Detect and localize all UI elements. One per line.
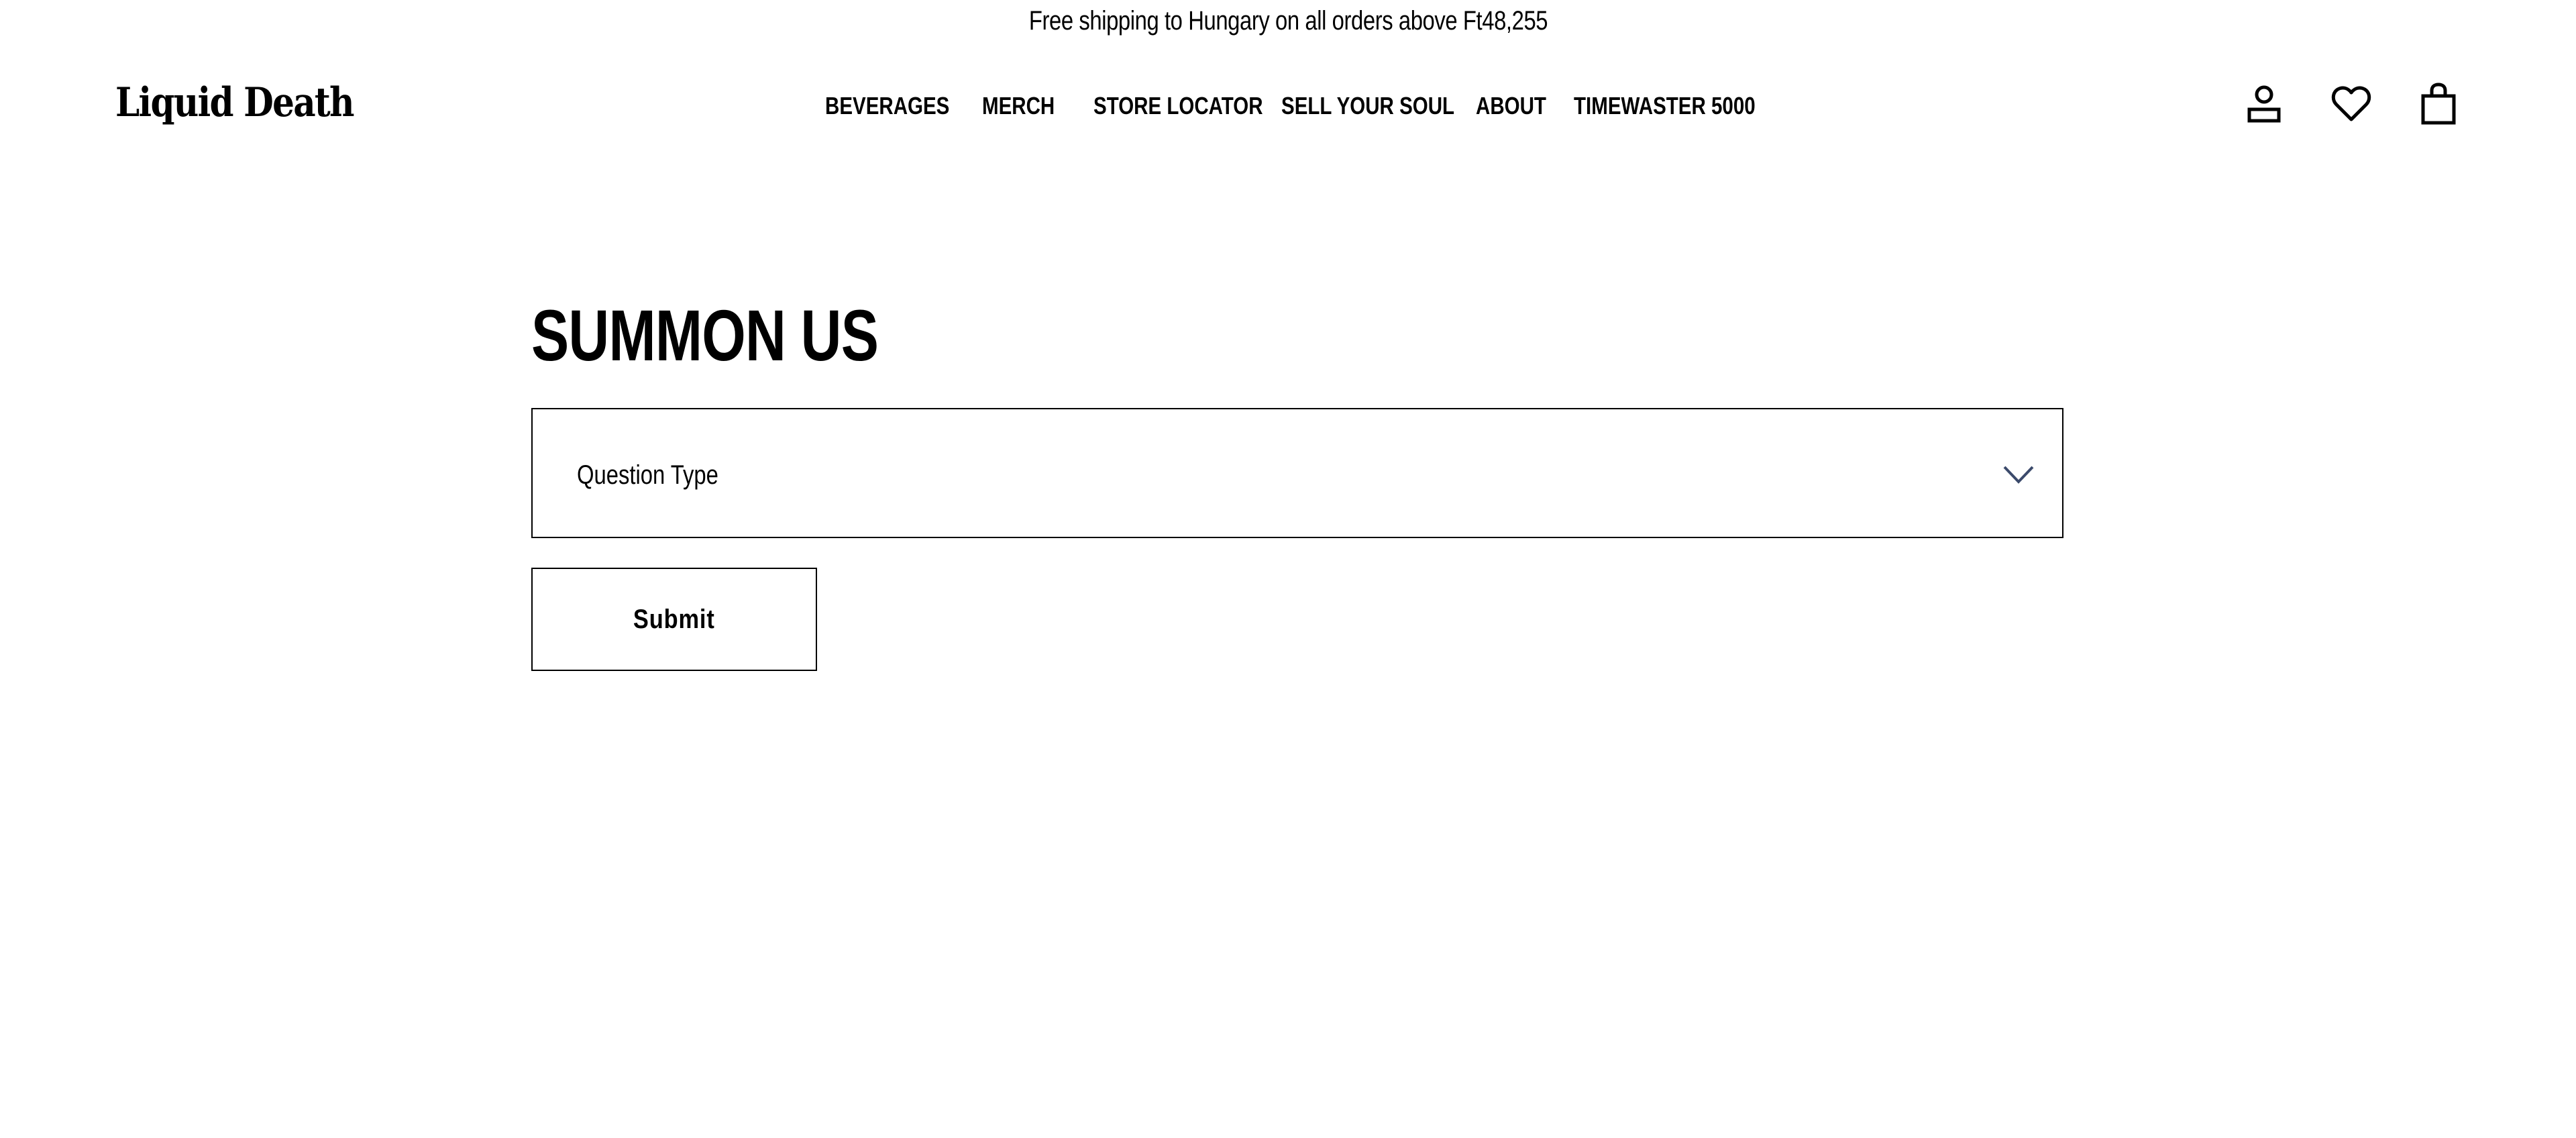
nav-item-store-locator[interactable]: STORE LOCATOR (1093, 92, 1263, 120)
announcement-text: Free shipping to Hungary on all orders a… (1028, 5, 1548, 36)
submit-button[interactable]: Submit (531, 568, 817, 671)
page: Free shipping to Hungary on all orders a… (0, 0, 2576, 1138)
nav-item-merch[interactable]: MERCH (982, 92, 1055, 120)
announcement-bar: Free shipping to Hungary on all orders a… (0, 0, 2576, 42)
nav-item-beverages[interactable]: BEVERAGES (825, 92, 949, 120)
nav-item-about[interactable]: ABOUT (1476, 92, 1546, 120)
page-title: SUMMON US (531, 295, 879, 376)
account-icon[interactable] (2241, 81, 2288, 127)
nav-item-sell-your-soul[interactable]: SELL YOUR SOUL (1281, 92, 1454, 120)
site-header: Liquid Death BEVERAGES MERCH STORE LOCAT… (0, 54, 2576, 148)
nav-item-timewaster-5000[interactable]: TIMEWASTER 5000 (1574, 92, 1756, 120)
question-type-select[interactable]: Question Type (531, 408, 2063, 538)
question-type-label: Question Type (577, 460, 718, 490)
logo[interactable]: Liquid Death (115, 78, 355, 127)
chevron-down-icon (2003, 466, 2034, 484)
heart-icon[interactable] (2328, 81, 2375, 127)
submit-button-label: Submit (633, 604, 715, 634)
shopping-bag-icon[interactable] (2415, 81, 2462, 127)
